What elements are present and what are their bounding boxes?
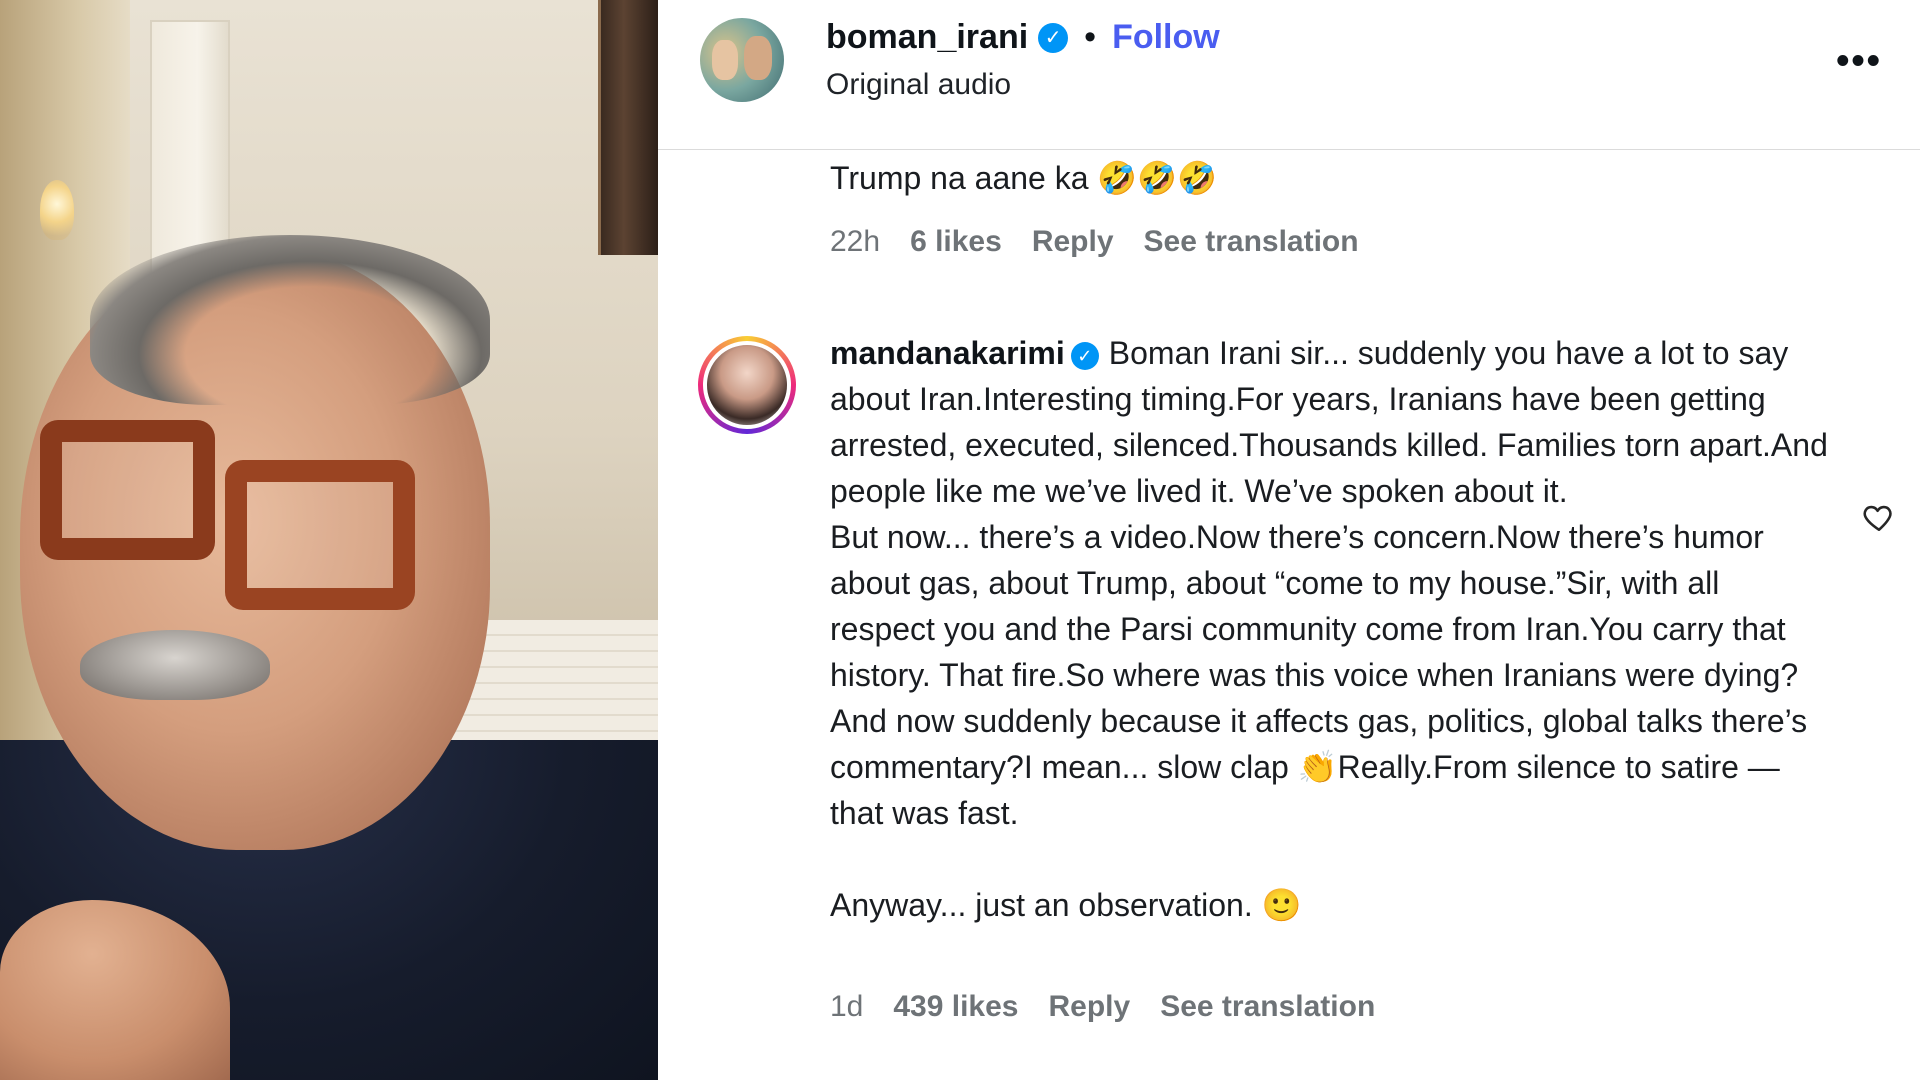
audio-link[interactable]: Original audio [826,68,1011,102]
author-avatar[interactable] [700,18,784,102]
reply-button[interactable]: Reply [1032,225,1114,259]
avatar-figure-left [712,40,738,80]
comments-list[interactable]: Trump na aane ka 🤣🤣🤣 22h 6 likes Reply S… [658,150,1920,1080]
comment-paragraph: Anyway... just an observation. 🙂 [830,887,1302,923]
post-header: boman_irani ✓ • Follow Original audio ••… [658,0,1920,150]
comment-meta: 22h 6 likes Reply See translation [830,225,1359,259]
author-username[interactable]: boman_irani [826,18,1028,57]
comments-panel: boman_irani ✓ • Follow Original audio ••… [658,0,1920,1080]
verified-badge-icon: ✓ [1070,341,1099,370]
commenter-avatar[interactable] [698,336,796,434]
wall-lamp [40,180,74,240]
reply-button[interactable]: Reply [1049,990,1131,1024]
picture-frame [598,0,658,255]
separator-dot: • [1084,18,1097,56]
comment-meta: 1d 439 likes Reply See translation [830,990,1375,1024]
more-options-icon[interactable]: ••• [1836,40,1882,83]
avatar-photo [703,341,791,429]
comment-paragraph: But now... there’s a video.Now there’s c… [830,519,1817,831]
commenter-username[interactable]: mandanakarimi [830,335,1065,371]
reel-video[interactable] [0,0,658,1080]
avatar-figure-right [744,36,772,80]
comment-body: mandanakarimi ✓ Boman Irani sir... suddenl… [830,330,1830,928]
glasses-right-lens [225,460,415,610]
instagram-reel-view: boman_irani ✓ • Follow Original audio ••… [0,0,1920,1080]
verified-badge-icon: ✓ [1038,22,1069,53]
comment-likes[interactable]: 6 likes [910,225,1002,259]
comment-text: Trump na aane ka 🤣🤣🤣 [830,160,1217,196]
see-translation-button[interactable]: See translation [1144,225,1359,259]
author-line: boman_irani ✓ • Follow [826,18,1220,57]
comment-likes[interactable]: 439 likes [893,990,1018,1024]
comment-time: 1d [830,990,864,1023]
heart-outline-icon[interactable] [1862,500,1896,534]
comment-time: 22h [830,225,881,258]
glasses-left-lens [40,420,215,560]
person-moustache [80,630,270,700]
follow-button[interactable]: Follow [1112,18,1220,57]
see-translation-button[interactable]: See translation [1160,990,1375,1024]
person-hair [90,235,490,405]
